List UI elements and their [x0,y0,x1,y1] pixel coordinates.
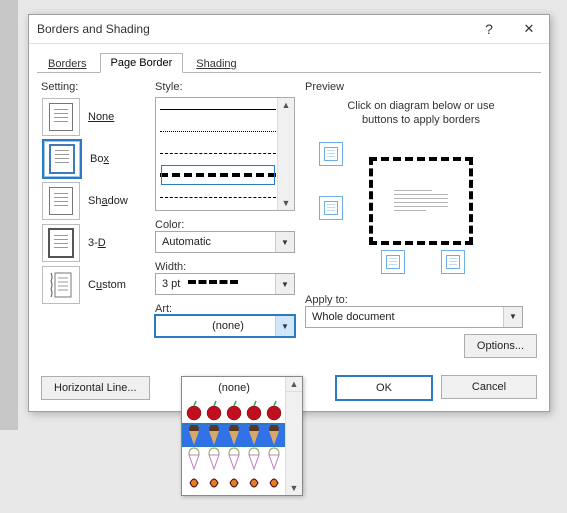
color-dropdown[interactable]: Automatic ▼ [155,231,295,253]
setting-box[interactable]: Box [41,139,149,179]
cancel-button[interactable]: Cancel [441,375,537,399]
art-dropdown-list[interactable]: (none) [181,376,303,496]
border-right-button[interactable] [441,250,465,274]
setting-none-icon [42,98,80,136]
dialog-title: Borders and Shading [37,22,469,36]
preview-label: Preview [305,81,537,93]
help-button[interactable]: ? [469,15,509,43]
tab-shading[interactable]: Shading [185,54,247,73]
width-dropdown[interactable]: 3 pt ▼ [155,273,295,295]
chevron-up-icon[interactable]: ▲ [286,377,302,392]
style-selected-row[interactable] [160,164,276,186]
art-option-candy[interactable] [182,471,286,495]
art-option-icecream-dark[interactable] [182,423,286,447]
chevron-down-icon[interactable]: ▼ [286,481,302,495]
horizontal-line-button[interactable]: Horizontal Line... [41,376,150,400]
apply-to-label: Apply to: [305,294,537,306]
ok-button[interactable]: OK [335,375,433,401]
setting-custom-icon [42,266,80,304]
paragraph-lines-icon [394,187,448,214]
options-button[interactable]: Options... [464,334,537,358]
color-label: Color: [155,219,295,231]
border-top-button[interactable] [319,142,343,166]
dialog-titlebar: Borders and Shading ? ✕ [29,15,549,44]
chevron-down-icon[interactable]: ▼ [275,232,294,252]
width-label: Width: [155,261,295,273]
setting-3d[interactable]: 3-D [41,223,149,263]
style-label: Style: [155,81,295,93]
tab-page-border[interactable]: Page Border [100,53,184,73]
setting-label: Setting: [41,81,149,93]
borders-shading-dialog: Borders and Shading ? ✕ Borders Page Bor… [28,14,550,412]
art-option-apples[interactable] [182,399,286,423]
chevron-up-icon[interactable]: ▲ [282,98,291,112]
preview-page-icon[interactable] [369,157,473,245]
setting-none[interactable]: None [41,97,149,137]
art-list-scrollbar[interactable]: ▲ ▼ [285,377,302,495]
chevron-down-icon[interactable]: ▼ [503,307,522,327]
tab-borders[interactable]: Borders [37,54,98,73]
setting-custom[interactable]: Custom [41,265,149,305]
setting-shadow[interactable]: Shadow [41,181,149,221]
chevron-down-icon[interactable]: ▼ [282,196,291,210]
preview-caption: Click on diagram below or use buttons to… [305,99,537,128]
art-label: Art: [155,303,295,315]
close-button[interactable]: ✕ [509,15,549,43]
preview-diagram[interactable] [305,136,537,266]
chevron-down-icon[interactable]: ▼ [275,316,294,336]
art-option-none[interactable]: (none) [182,377,286,399]
setting-shadow-icon [42,182,80,220]
setting-box-icon [42,139,82,179]
art-option-icecream-light[interactable] [182,447,286,471]
border-bottom-button[interactable] [319,196,343,220]
chevron-down-icon[interactable]: ▼ [275,274,294,294]
setting-3d-icon [42,224,80,262]
border-left-button[interactable] [381,250,405,274]
style-listbox[interactable]: ▲ ▼ [155,97,295,211]
width-sample-icon [188,280,238,284]
tab-strip: Borders Page Border Shading [37,50,541,73]
art-dropdown[interactable]: (none) ▼ [155,315,295,337]
apply-to-dropdown[interactable]: Whole document ▼ [305,306,523,328]
style-scrollbar[interactable]: ▲ ▼ [277,98,294,210]
